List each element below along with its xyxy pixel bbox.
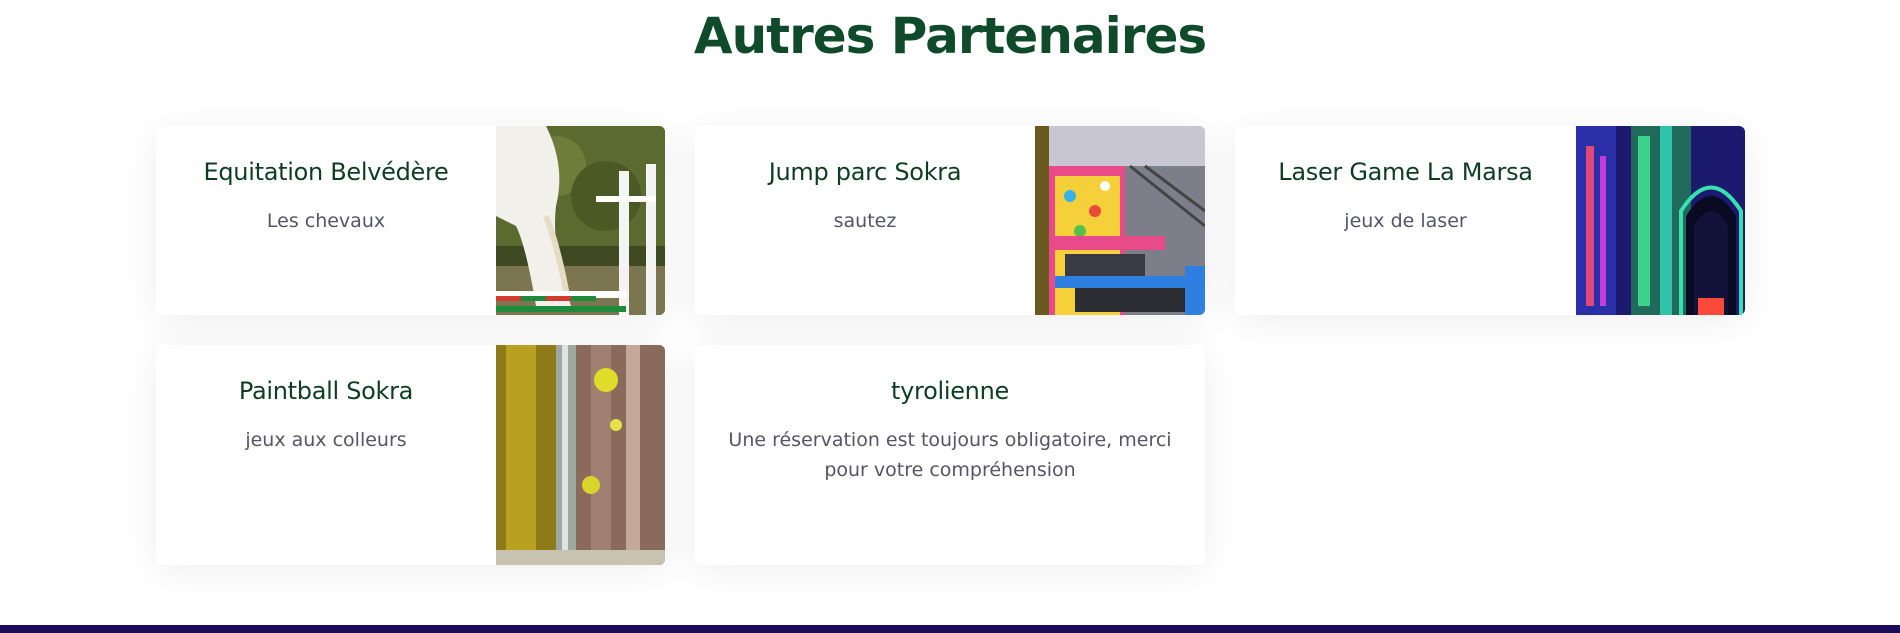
partner-card-equitation[interactable]: Equitation Belvédère Les chevaux [156,126,665,315]
partner-description: Les chevaux [266,210,386,232]
partner-description: jeux de laser [1344,210,1467,232]
partners-page: Autres Partenaires Equitation Belvédère … [0,0,1900,633]
trampoline-park-photo[interactable] [1035,126,1205,315]
partner-card-laser-game[interactable]: Laser Game La Marsa jeux de laser [1235,126,1745,315]
partner-description: Une réservation est toujours obligatoire… [728,429,1172,481]
partner-card-paintball[interactable]: Paintball Sokra jeux aux colleurs [156,345,665,565]
partner-card-content: Laser Game La Marsa jeux de laser [1235,126,1576,315]
partner-name[interactable]: tyrolienne [695,375,1205,407]
partner-card-content: Equitation Belvédère Les chevaux [156,126,496,315]
partner-card-content: Jump parc Sokra sautez [695,126,1035,315]
partner-card-jump-parc[interactable]: Jump parc Sokra sautez [695,126,1205,315]
footer-bar [0,625,1900,633]
partner-name[interactable]: Paintball Sokra [156,375,496,407]
section-title: Autres Partenaires [693,7,1207,65]
partner-card-tyrolienne[interactable]: tyrolienne Une réservation est toujours … [695,345,1205,565]
partner-name[interactable]: Equitation Belvédère [156,156,496,188]
partner-card-content: tyrolienne Une réservation est toujours … [695,345,1205,565]
paintball-photo[interactable] [496,345,665,565]
laser-arena-photo[interactable] [1576,126,1745,315]
partner-card-content: Paintball Sokra jeux aux colleurs [156,345,496,565]
partner-description: jeux aux colleurs [245,429,407,451]
partner-description: sautez [833,210,897,232]
horse-jumping-photo[interactable] [496,126,665,315]
partner-name[interactable]: Jump parc Sokra [695,156,1035,188]
partner-name[interactable]: Laser Game La Marsa [1235,156,1576,188]
